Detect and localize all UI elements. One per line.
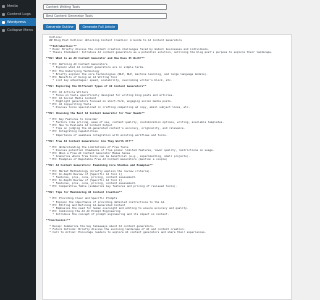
sidebar-item[interactable]: Media xyxy=(0,2,36,10)
outline-output[interactable]: Outline: ## Blog Post Outline: Unlocking… xyxy=(42,34,292,300)
sidebar-item[interactable]: Wordpress xyxy=(0,18,36,26)
menu-icon xyxy=(2,4,5,8)
admin-sidebar: Media Content Logs Wordpress Collapse Menu xyxy=(0,0,36,300)
sidebar-item-label: Collapse Menu xyxy=(7,28,34,32)
outline-line: * Thesis Statement: Introduce AI content… xyxy=(46,51,273,55)
main-content: Content Writing Tools Best Content Gener… xyxy=(36,0,300,300)
keyword-input[interactable]: Content Writing Tools xyxy=(43,4,167,10)
generate-full-article-button[interactable]: Generate Full Article xyxy=(79,24,119,30)
menu-icon xyxy=(2,12,5,16)
sidebar-item[interactable]: Content Logs xyxy=(0,10,36,18)
sidebar-item-label: Media xyxy=(7,4,18,8)
action-buttons: Generate Outline Generate Full Article xyxy=(43,24,119,30)
menu-icon xyxy=(2,28,5,32)
sidebar-item[interactable]: Collapse Menu xyxy=(0,26,36,34)
sidebar-item-label: Content Logs xyxy=(7,12,31,16)
sidebar-item-label: Wordpress xyxy=(7,20,26,24)
title-input[interactable]: Best Content Generator Tools xyxy=(43,13,167,19)
generate-outline-button[interactable]: Generate Outline xyxy=(43,24,77,30)
outline-line: * Call to Action: Encourage readers to e… xyxy=(46,231,207,234)
menu-icon xyxy=(2,20,5,24)
